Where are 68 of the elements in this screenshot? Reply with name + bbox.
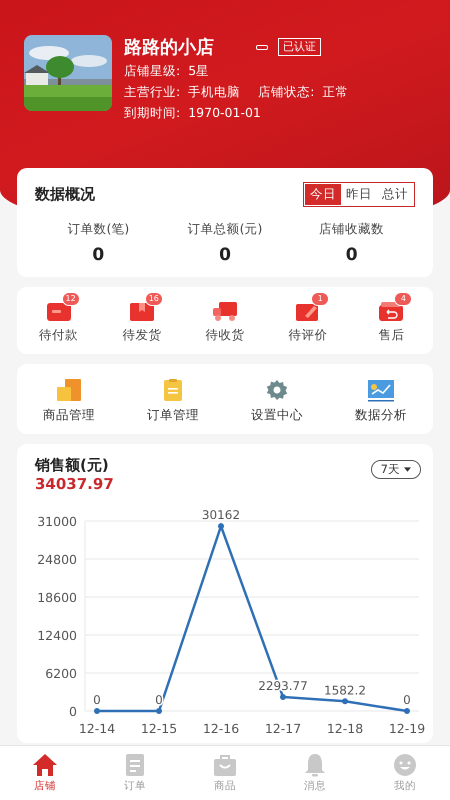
data-label: 0 bbox=[403, 693, 411, 707]
stat-value: 0 bbox=[346, 245, 358, 265]
caret-icon bbox=[404, 467, 411, 472]
info-value: 5星 bbox=[188, 63, 210, 80]
return-icon[interactable] bbox=[378, 300, 404, 322]
y-tick-label: 12400 bbox=[37, 628, 77, 643]
count-badge: 1 bbox=[311, 292, 330, 306]
y-tick-label: 0 bbox=[69, 704, 77, 719]
data-label: 1582.2 bbox=[324, 683, 366, 698]
y-tick-label: 24800 bbox=[37, 552, 77, 567]
data-label: 0 bbox=[155, 693, 163, 707]
order-status-label[interactable]: 待评价 bbox=[288, 327, 328, 344]
count-badge: 12 bbox=[62, 292, 80, 306]
y-tick-label: 31000 bbox=[37, 514, 77, 529]
x-tick-label: 12-18 bbox=[326, 721, 364, 736]
order-status-label[interactable]: 售后 bbox=[378, 327, 404, 344]
tool-label[interactable]: 设置中心 bbox=[251, 407, 303, 424]
data-point bbox=[342, 698, 348, 704]
boxes-icon[interactable] bbox=[55, 378, 83, 402]
info-value: 手机电脑 bbox=[188, 84, 240, 101]
info-label: 到期时间: bbox=[124, 105, 180, 122]
chart-icon[interactable] bbox=[367, 378, 395, 402]
card-title: 销售额(元) bbox=[35, 456, 110, 475]
info-value: 正常 bbox=[322, 84, 348, 101]
stat-value: 0 bbox=[219, 245, 231, 265]
tool-label[interactable]: 订单管理 bbox=[147, 407, 199, 424]
data-point bbox=[156, 708, 162, 714]
x-tick-label: 12-17 bbox=[264, 721, 302, 736]
count-badge: 4 bbox=[394, 292, 412, 306]
shop-name: 路路的小店 bbox=[124, 36, 214, 59]
data-point bbox=[404, 708, 410, 714]
range-dropdown[interactable]: 7天 bbox=[370, 460, 421, 479]
data-point bbox=[94, 708, 100, 714]
stat-label: 订单数(笔) bbox=[67, 221, 130, 238]
data-label: 30162 bbox=[202, 508, 240, 522]
order-status-label[interactable]: 待收货 bbox=[205, 327, 244, 344]
verified-badge: 已认证 bbox=[278, 38, 321, 56]
tool-label[interactable]: 商品管理 bbox=[43, 407, 95, 424]
order-status-label[interactable]: 待发货 bbox=[122, 327, 162, 344]
truck-icon[interactable] bbox=[212, 300, 238, 322]
card-title: 数据概况 bbox=[35, 185, 95, 204]
tool-label[interactable]: 数据分析 bbox=[355, 407, 407, 424]
order-status-label[interactable]: 待付款 bbox=[39, 327, 78, 344]
sales-total: 34037.97 bbox=[35, 475, 114, 493]
x-tick-label: 12-19 bbox=[388, 721, 426, 736]
stat-value: 0 bbox=[92, 245, 104, 265]
home-icon bbox=[32, 753, 58, 777]
bag-icon bbox=[212, 753, 238, 777]
minus-icon bbox=[256, 44, 268, 50]
data-label: 0 bbox=[93, 693, 101, 707]
box-icon[interactable] bbox=[128, 300, 155, 322]
data-point bbox=[218, 523, 224, 530]
x-tick-label: 12-16 bbox=[202, 721, 240, 736]
info-label: 主营行业: bbox=[124, 84, 180, 101]
info-value: 1970-01-01 bbox=[188, 105, 261, 122]
period-tab[interactable]: 今日 bbox=[305, 184, 341, 205]
wallet-icon[interactable] bbox=[46, 300, 72, 322]
info-label: 店铺星级: bbox=[124, 63, 180, 80]
y-tick-label: 6200 bbox=[45, 666, 77, 681]
face-icon bbox=[392, 753, 418, 777]
x-tick-label: 12-15 bbox=[140, 721, 178, 736]
count-badge: 16 bbox=[144, 292, 163, 306]
stat-label: 订单总额(元) bbox=[188, 221, 262, 238]
data-point bbox=[280, 694, 286, 700]
x-tick-label: 12-14 bbox=[78, 721, 116, 736]
info-label: 店铺状态: bbox=[258, 84, 314, 101]
y-tick-label: 18600 bbox=[37, 590, 77, 605]
stat-label: 店铺收藏数 bbox=[319, 221, 384, 238]
